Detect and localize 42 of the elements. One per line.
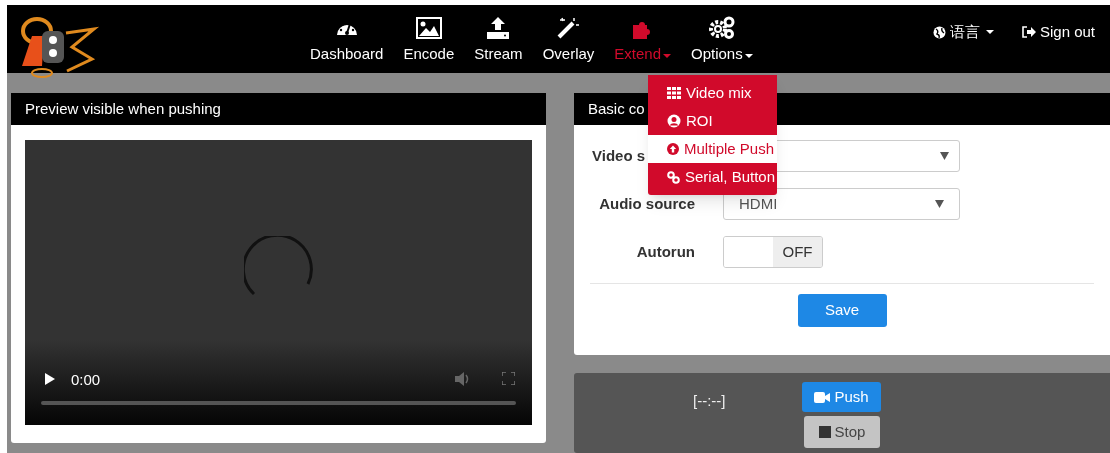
loading-spinner-icon xyxy=(244,236,316,298)
field-label: Autorun xyxy=(635,241,696,262)
push-button[interactable]: Push xyxy=(802,382,881,412)
link-icon xyxy=(667,170,680,184)
field-label: Video s xyxy=(592,147,646,164)
fullscreen-icon[interactable] xyxy=(502,372,515,385)
image-icon xyxy=(415,17,442,39)
nav-item[interactable]: Encode xyxy=(393,5,465,73)
menu-item[interactable]: Video mix xyxy=(648,79,777,107)
sign-out-icon xyxy=(1021,26,1036,39)
stop-icon xyxy=(818,426,831,438)
globe-icon xyxy=(932,25,946,39)
gears-icon xyxy=(708,16,735,40)
menu-item[interactable]: Serial, Button xyxy=(648,163,777,191)
panel-title: Basic co xyxy=(588,98,645,119)
nav-item[interactable]: Stream xyxy=(464,5,533,73)
time-display: 0:00 xyxy=(71,370,101,390)
caret-icon xyxy=(940,152,949,160)
stop-button[interactable]: Stop xyxy=(804,416,880,448)
nav-item[interactable]: Extend xyxy=(604,5,681,73)
menu-item[interactable]: Multiple Push xyxy=(648,135,777,163)
sign-out-link[interactable]: Sign out xyxy=(1021,21,1095,44)
save-button[interactable]: Save xyxy=(797,294,887,327)
nav-item[interactable]: Options xyxy=(681,5,763,73)
volume-icon[interactable] xyxy=(455,372,470,386)
field-label: Audio source xyxy=(598,193,696,214)
upload-icon xyxy=(486,17,511,39)
caret-icon xyxy=(935,200,944,208)
nav-item[interactable]: Dashboard xyxy=(300,5,394,73)
play-icon[interactable] xyxy=(45,373,55,385)
grid-icon xyxy=(667,87,681,99)
nav-item[interactable]: Overlay xyxy=(532,5,605,73)
user-circle-icon xyxy=(667,114,681,128)
menu-item[interactable]: ROI xyxy=(648,107,777,135)
magic-wand-icon xyxy=(557,17,580,39)
caret-icon xyxy=(985,30,994,35)
arrow-up-circle-icon xyxy=(667,143,679,155)
language-menu[interactable]: 语言 xyxy=(932,21,994,44)
autorun-toggle[interactable]: OFF xyxy=(723,236,823,268)
panel-title: Preview visible when pushing xyxy=(25,98,221,119)
video-camera-icon xyxy=(814,391,831,403)
timer-text: [--:--] xyxy=(693,391,726,411)
